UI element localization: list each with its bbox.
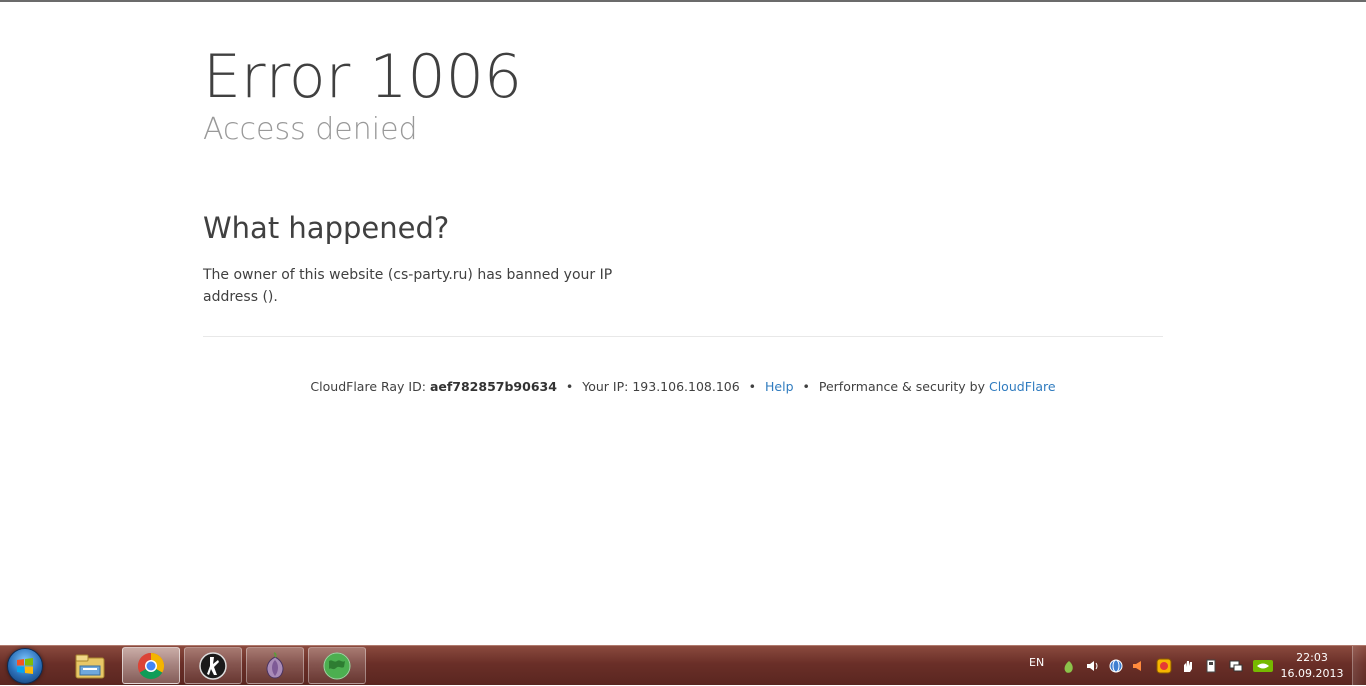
error-title: Error 1006 <box>203 42 523 112</box>
usb-device-icon[interactable] <box>1203 658 1219 674</box>
globe-app-icon <box>323 652 351 679</box>
counter-strike-icon <box>199 651 227 680</box>
footer-separator: • <box>748 379 757 394</box>
footer: CloudFlare Ray ID: aef782857b90634 • You… <box>0 378 1366 396</box>
language-indicator[interactable]: EN <box>1029 656 1044 669</box>
what-happened-heading: What happened? <box>203 211 450 245</box>
help-link[interactable]: Help <box>765 379 794 394</box>
show-desktop-button[interactable] <box>1352 646 1366 686</box>
taskbar-globe-app[interactable] <box>308 647 366 684</box>
ray-id-value: aef782857b90634 <box>429 379 557 394</box>
nvidia-icon[interactable] <box>1253 658 1273 674</box>
footer-separator: • <box>802 379 810 394</box>
start-button[interactable] <box>5 648 45 684</box>
performance-security-label: Performance & security by <box>818 379 985 394</box>
tray-hand-icon[interactable] <box>1180 658 1196 674</box>
file-explorer-icon <box>75 654 105 678</box>
chrome-icon <box>137 652 165 679</box>
tray-orange-app-icon[interactable] <box>1156 658 1172 674</box>
cloudflare-link[interactable]: CloudFlare <box>989 379 1056 394</box>
tray-onion-icon[interactable] <box>1061 658 1077 674</box>
speaker-icon[interactable] <box>1085 658 1101 674</box>
what-happened-body: The owner of this website (cs-party.ru) … <box>203 267 613 305</box>
footer-separator: • <box>565 379 574 394</box>
network-globe-icon[interactable] <box>1108 658 1124 674</box>
clock-time: 22:03 <box>1296 651 1328 664</box>
divider <box>203 336 1163 337</box>
taskbar-file-explorer[interactable] <box>61 647 119 684</box>
network-connection-icon[interactable] <box>1228 658 1244 674</box>
windows-taskbar: EN 22:03 16.09.2013 <box>0 645 1366 686</box>
windows-logo-icon <box>7 648 43 684</box>
taskbar-counter-strike[interactable] <box>184 647 242 684</box>
volume-muted-icon[interactable] <box>1130 658 1146 674</box>
taskbar-chrome[interactable] <box>122 647 180 684</box>
clock-date: 16.09.2013 <box>1280 667 1344 680</box>
your-ip-label: Your IP: 193.106.108.106 <box>582 379 740 394</box>
error-subtitle: Access denied <box>203 112 418 147</box>
tor-onion-icon <box>266 651 284 678</box>
browser-page: Error 1006 Access denied What happened? … <box>0 2 1366 645</box>
taskbar-tor-browser[interactable] <box>246 647 304 684</box>
system-clock[interactable]: 22:03 16.09.2013 <box>1278 650 1346 682</box>
ray-id-label: CloudFlare Ray ID: <box>310 379 426 394</box>
